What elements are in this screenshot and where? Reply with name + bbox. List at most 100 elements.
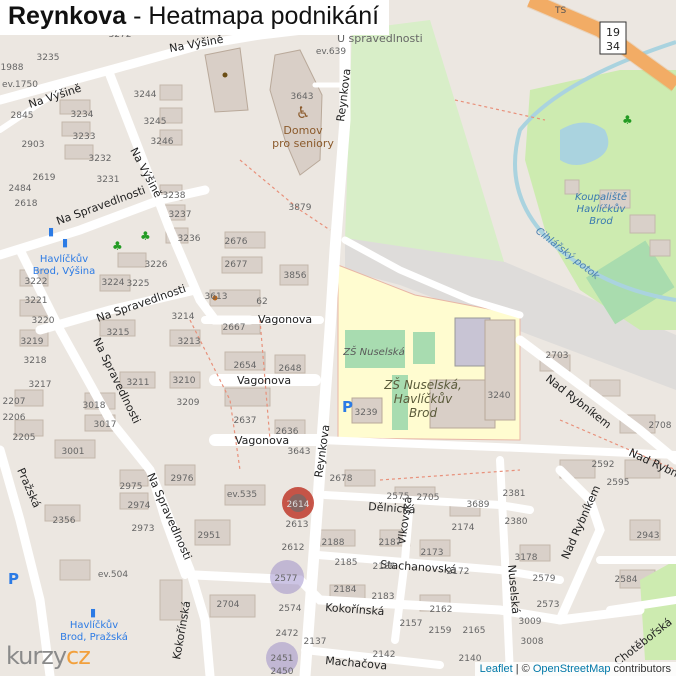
svg-text:1988: 1988 [1,63,24,73]
parking-icon-2: P [8,570,19,588]
svg-text:2183: 2183 [372,592,395,602]
svg-text:2186: 2186 [373,562,396,572]
playground-icon: ♣ [112,239,123,253]
svg-text:2708: 2708 [649,421,672,431]
title-street: Reynkova [8,2,127,30]
svg-text:2173: 2173 [421,548,444,558]
svg-text:Domov: Domov [283,124,323,137]
svg-text:Havlíčkův: Havlíčkův [394,392,453,406]
kurzy-logo[interactable]: kurzycz [6,642,91,670]
svg-text:2185: 2185 [335,558,358,568]
svg-text:2137: 2137 [304,637,327,647]
bus-stop-icon-3[interactable]: ▮ [90,606,96,619]
attribution-suffix: contributors [610,663,671,675]
svg-text:2205: 2205 [13,433,36,443]
svg-text:3238: 3238 [163,191,186,201]
svg-text:ev.639: ev.639 [316,47,346,57]
title-suffix: - Heatmapa podnikání [126,2,380,30]
svg-text:3217: 3217 [29,380,52,390]
svg-text:3234: 3234 [71,110,94,120]
svg-text:3211: 3211 [127,378,150,388]
svg-text:2472: 2472 [276,629,299,639]
svg-text:2654: 2654 [234,361,257,371]
svg-text:3218: 3218 [24,356,47,366]
svg-text:TS: TS [554,6,566,16]
svg-text:3643: 3643 [291,92,314,102]
svg-text:3232: 3232 [89,154,112,164]
svg-text:2159: 2159 [429,626,452,636]
svg-text:3209: 3209 [177,398,200,408]
svg-text:2705: 2705 [417,493,440,503]
svg-text:3236: 3236 [178,234,201,244]
school-building-east [484,319,516,421]
svg-text:ev.535: ev.535 [227,490,257,500]
svg-text:3689: 3689 [467,500,490,510]
leaflet-link[interactable]: Leaflet [480,663,513,675]
svg-text:2162: 2162 [430,605,453,615]
svg-text:2356: 2356 [53,516,76,526]
attribution-separator: | © [512,663,533,675]
svg-text:3219: 3219 [21,337,44,347]
svg-text:2206: 2206 [3,413,26,423]
svg-text:2975: 2975 [120,482,143,492]
svg-text:2577: 2577 [275,574,298,584]
svg-text:3879: 3879 [289,203,312,213]
svg-text:2703: 2703 [546,351,569,361]
svg-text:2584: 2584 [615,575,638,585]
svg-text:ev.1750: ev.1750 [2,80,38,90]
bus-stop-icon-2[interactable]: ▮ [62,236,68,249]
map-canvas[interactable]: 19 34 ♿ ♣ ♣ ♣ ▮ ▮ ▮ P P Na Výšině Na Výš… [0,0,676,676]
osm-link[interactable]: OpenStreetMap [533,663,611,675]
svg-text:2943: 2943 [637,531,660,541]
svg-text:Vagonova: Vagonova [237,374,291,387]
svg-text:3226: 3226 [145,260,168,270]
svg-text:ZŠ Nuselská: ZŠ Nuselská [342,345,404,358]
svg-text:3001: 3001 [62,447,85,457]
svg-text:2595: 2595 [607,478,630,488]
svg-text:2207: 2207 [3,397,26,407]
map-attribution: Leaflet | © OpenStreetMap contributors [474,662,676,676]
svg-text:3017: 3017 [94,420,117,430]
svg-text:Brod: Brod [409,406,438,420]
svg-text:Koupaliště: Koupaliště [575,191,627,203]
svg-text:2575: 2575 [387,492,410,502]
svg-text:3239: 3239 [355,408,378,418]
svg-text:2951: 2951 [198,531,221,541]
svg-text:3613: 3613 [205,292,228,302]
svg-text:62: 62 [256,297,267,307]
svg-text:pro seniory: pro seniory [272,137,334,150]
svg-text:3245: 3245 [144,117,167,127]
svg-text:2636: 2636 [276,427,299,437]
svg-text:ZŠ Nuselská,: ZŠ Nuselská, [383,377,462,392]
svg-text:2157: 2157 [400,619,423,629]
svg-text:2678: 2678 [330,474,353,484]
svg-text:2637: 2637 [234,416,257,426]
svg-text:2187: 2187 [379,538,402,548]
school-court [413,332,435,364]
svg-text:2973: 2973 [132,524,155,534]
svg-text:2579: 2579 [533,574,556,584]
svg-text:2592: 2592 [592,460,615,470]
svg-text:Brod, Výšina: Brod, Výšina [33,265,96,277]
bus-stop-icon[interactable]: ▮ [48,225,54,238]
svg-text:2704: 2704 [217,600,240,610]
svg-text:2574: 2574 [279,604,302,614]
svg-text:3240: 3240 [488,391,511,401]
svg-text:2450: 2450 [271,667,294,676]
svg-text:3210: 3210 [173,376,196,386]
svg-text:2381: 2381 [503,489,526,499]
svg-text:3643: 3643 [288,447,311,457]
svg-text:3856: 3856 [284,271,307,281]
svg-text:2612: 2612 [282,543,305,553]
parking-icon: P [342,398,353,416]
svg-text:2676: 2676 [225,237,248,247]
svg-text:2573: 2573 [537,600,560,610]
playground-icon-2: ♣ [140,229,151,243]
page-title: Reynkova - Heatmapa podnikání [0,0,390,35]
svg-text:2484: 2484 [9,184,32,194]
senior-home-icon: ♿ [296,103,310,122]
svg-text:Vagonova: Vagonova [258,313,312,326]
svg-text:2845: 2845 [11,111,34,121]
svg-text:2619: 2619 [33,173,56,183]
svg-text:Havlíčkův: Havlíčkův [70,619,118,631]
